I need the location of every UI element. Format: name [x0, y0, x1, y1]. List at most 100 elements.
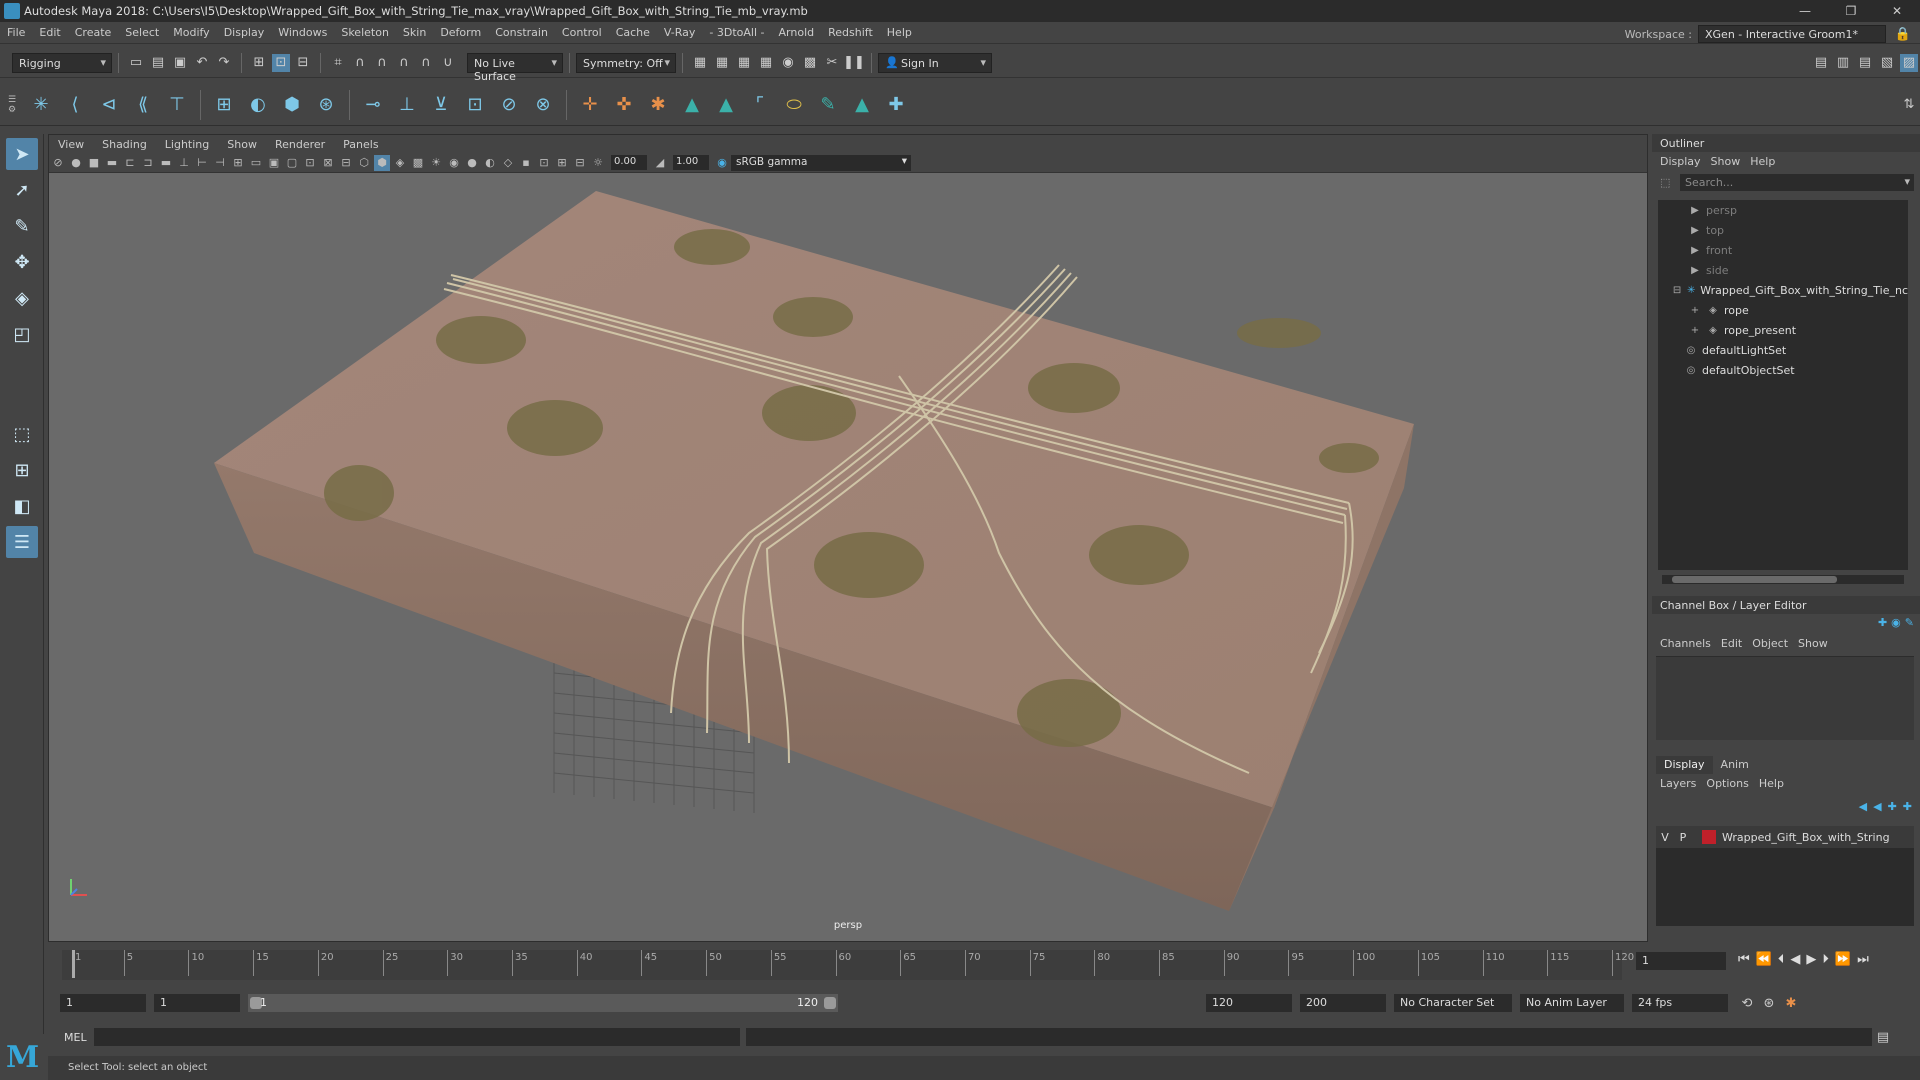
snap-point-icon[interactable]: ∩ — [373, 54, 391, 72]
scale-tool-icon[interactable]: ◰ — [6, 318, 38, 350]
tab-anim[interactable]: Anim — [1713, 756, 1757, 774]
scale-constraint-icon[interactable]: ⊡ — [460, 90, 490, 120]
command-language-label[interactable]: MEL — [48, 1031, 88, 1044]
vp-menu-shading[interactable]: Shading — [93, 138, 156, 151]
ambient-occlusion-icon[interactable]: ◉ — [446, 155, 462, 171]
orient-constraint-icon[interactable]: ⊻ — [426, 90, 456, 120]
smooth-shade-icon[interactable]: ⊡ — [302, 155, 318, 171]
cube-shade-icon[interactable]: ⬡ — [356, 155, 372, 171]
magnet-icon[interactable]: ∪ — [439, 54, 457, 72]
bookmark-icon[interactable]: ■ — [86, 155, 102, 171]
expand-icon[interactable]: + — [1688, 305, 1702, 316]
menu-control[interactable]: Control — [555, 26, 609, 39]
camera-icon[interactable]: ● — [68, 155, 84, 171]
wireframe-icon[interactable]: ▢ — [284, 155, 300, 171]
modeling-toolkit-icon[interactable]: ▤ — [1812, 54, 1830, 72]
xray-joints-icon[interactable]: ⊡ — [536, 155, 552, 171]
cb-menu-show[interactable]: Show — [1796, 637, 1836, 650]
ik-spline-icon[interactable]: ⊲ — [94, 90, 124, 120]
outliner-menu-help[interactable]: Help — [1748, 155, 1783, 168]
set-key-icon[interactable]: ⬭ — [779, 90, 809, 120]
channel-box-option-icon[interactable]: ✚ — [1878, 616, 1887, 629]
two-view-icon[interactable]: ◧ — [6, 490, 38, 522]
field-chart-icon[interactable]: ⊞ — [230, 155, 246, 171]
paint-weights-icon[interactable]: ⬢ — [277, 90, 307, 120]
tool-settings-icon[interactable]: ▤ — [1856, 54, 1874, 72]
play-backwards-icon[interactable]: ◀ — [1790, 952, 1800, 967]
gamma-field[interactable]: 1.00 — [673, 155, 709, 170]
grease-pencil-icon[interactable]: ⊐ — [140, 155, 156, 171]
outliner-item-gift-box-group[interactable]: ⊟ ✳ Wrapped_Gift_Box_with_String_Tie_nc — [1658, 280, 1908, 300]
redo-icon[interactable]: ↷ — [215, 54, 233, 72]
xray-active-icon[interactable]: ⊞ — [554, 155, 570, 171]
outliner-menu-display[interactable]: Display — [1658, 155, 1709, 168]
channel-box-edit-icon[interactable]: ✎ — [1905, 616, 1914, 629]
snap-curve-icon[interactable]: ∩ — [351, 54, 369, 72]
move-tool-icon[interactable]: ✥ — [6, 246, 38, 278]
humanik-icon[interactable]: ✱ — [643, 90, 673, 120]
menu-windows[interactable]: Windows — [271, 26, 334, 39]
current-time-indicator[interactable] — [72, 950, 75, 978]
menu-redshift[interactable]: Redshift — [821, 26, 880, 39]
layer-playback-toggle[interactable]: P — [1674, 831, 1692, 844]
step-forward-icon[interactable]: ⏩ — [1835, 952, 1851, 967]
menu-constrain[interactable]: Constrain — [488, 26, 555, 39]
animation-end-field[interactable]: 200 — [1300, 994, 1386, 1012]
fps-dropdown[interactable]: 24 fps — [1632, 994, 1728, 1012]
move-layer-down-icon[interactable]: ◀ — [1873, 800, 1881, 813]
menu-set-dropdown[interactable]: Rigging — [12, 52, 112, 73]
outliner-layout-icon[interactable]: ☰ — [6, 526, 38, 558]
ik-handle-icon[interactable]: ⟨ — [60, 90, 90, 120]
gate-mask-icon[interactable]: ⊣ — [212, 155, 228, 171]
outliner-item-top[interactable]: ▶ top — [1658, 220, 1908, 240]
layer-menu-layers[interactable]: Layers — [1658, 777, 1704, 790]
outliner-item-rope-present[interactable]: + ◈ rope_present — [1658, 320, 1908, 340]
wireframe-on-shaded-icon[interactable]: ⊠ — [320, 155, 336, 171]
xray-icon[interactable]: ⊟ — [338, 155, 354, 171]
aim-constraint-icon[interactable]: ⊘ — [494, 90, 524, 120]
paint-tool-icon[interactable]: ✎ — [813, 90, 843, 120]
script-editor-icon[interactable]: ▤ — [1874, 1028, 1892, 1046]
point-constraint-icon[interactable]: ⊥ — [392, 90, 422, 120]
animation-start-field[interactable]: 1 — [60, 994, 146, 1012]
shadows-icon[interactable]: ☀ — [428, 155, 444, 171]
locator-icon[interactable]: ✛ — [575, 90, 605, 120]
smooth-bind-icon[interactable]: ◐ — [243, 90, 273, 120]
pin-icon[interactable]: ✚ — [881, 90, 911, 120]
motion-blur-icon[interactable]: ● — [464, 155, 480, 171]
shelf-scroll-icon[interactable]: ⇅ — [1900, 96, 1918, 114]
lasso-tool-icon[interactable]: ➚ — [6, 174, 38, 206]
snap-surface-icon[interactable]: ∩ — [417, 54, 435, 72]
go-to-end-icon[interactable]: ⏭ — [1857, 952, 1869, 967]
expand-icon[interactable]: + — [1688, 325, 1702, 336]
two-d-pan-icon[interactable]: ⊏ — [122, 155, 138, 171]
safe-action-icon[interactable]: ▭ — [248, 155, 264, 171]
menu-skeleton[interactable]: Skeleton — [334, 26, 396, 39]
viewport-scene[interactable]: persp — [49, 173, 1647, 941]
restore-icon[interactable]: ❐ — [1828, 0, 1874, 22]
range-end-handle[interactable] — [824, 997, 836, 1009]
outliner-item-default-object-set[interactable]: ◎ defaultObjectSet — [1658, 360, 1908, 380]
lock-icon[interactable]: 🔒 — [1894, 25, 1912, 43]
select-tool-icon[interactable]: ➤ — [6, 138, 38, 170]
film-gate-icon[interactable]: ⊥ — [176, 155, 192, 171]
vp-menu-view[interactable]: View — [49, 138, 93, 151]
anim-layer-dropdown[interactable]: No Anim Layer — [1520, 994, 1624, 1012]
open-scene-icon[interactable]: ▤ — [149, 54, 167, 72]
channel-box-key-icon[interactable]: ◉ — [1891, 616, 1901, 629]
outliner-item-default-light-set[interactable]: ◎ defaultLightSet — [1658, 340, 1908, 360]
grid-toggle-icon[interactable]: ▬ — [158, 155, 174, 171]
paint-select-icon[interactable]: ✎ — [6, 210, 38, 242]
new-scene-icon[interactable]: ▭ — [127, 54, 145, 72]
new-layer-icon[interactable]: ✚ — [1888, 800, 1897, 813]
pole-vector-icon[interactable]: ⊗ — [528, 90, 558, 120]
outliner-horizontal-scrollbar[interactable] — [1662, 575, 1904, 584]
cb-menu-edit[interactable]: Edit — [1719, 637, 1750, 650]
layer-color-swatch[interactable] — [1702, 830, 1716, 844]
workspace-dropdown[interactable]: XGen - Interactive Groom1* — [1698, 25, 1886, 43]
vray-ipr-icon[interactable]: ✂ — [823, 54, 841, 72]
menu-vray[interactable]: V-Ray — [657, 26, 703, 39]
playback-end-field[interactable]: 120 — [1206, 994, 1292, 1012]
save-scene-icon[interactable]: ▣ — [171, 54, 189, 72]
menu-cache[interactable]: Cache — [609, 26, 657, 39]
